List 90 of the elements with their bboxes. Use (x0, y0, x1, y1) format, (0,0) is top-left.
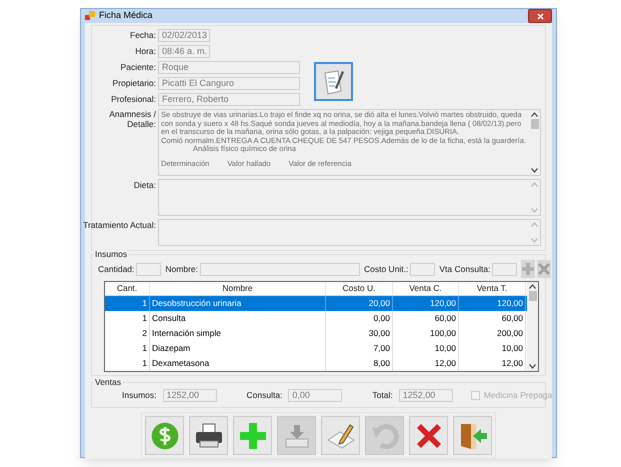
table-row[interactable]: 1 Consulta 0,00 60,00 60,00 (105, 311, 527, 326)
table-cell: 100,00 (393, 326, 459, 341)
field-label: Hora: (134, 45, 156, 58)
document-pen-icon (322, 68, 344, 94)
field-label: Fecha: (129, 29, 156, 42)
table-cell: 120,00 (393, 296, 459, 311)
table-cell: 200,00 (459, 326, 526, 341)
column-header[interactable]: Costo U. (326, 282, 393, 295)
table-cell: 7,00 (326, 341, 393, 356)
field-label: Vta Consulta: (439, 262, 490, 276)
table-cell: 60,00 (459, 311, 526, 326)
input-field[interactable]: 0,00 (288, 389, 342, 402)
undo-arrow-icon (370, 422, 398, 448)
group-title: Insumos (94, 249, 128, 259)
input-field[interactable] (136, 262, 162, 276)
input-field[interactable]: 1252,00 (398, 389, 453, 402)
table-row[interactable]: 1 Desobstrucción urinaria 20,00 120,00 120,00 (105, 296, 527, 311)
field-label: Consulta: (246, 389, 282, 402)
field-label: Nombre: (165, 262, 198, 276)
table-cell: Desobstrucción urinaria (150, 296, 326, 311)
input-field[interactable] (410, 262, 436, 276)
input-field[interactable] (492, 262, 518, 276)
field-label: Profesional: (110, 93, 156, 106)
table-cell: 1 (105, 296, 150, 311)
field-label: Costo Unit.: (364, 262, 408, 276)
close-icon (536, 12, 544, 20)
table-cell: 120,00 (459, 296, 526, 311)
table-cell: 12,00 (393, 356, 459, 371)
table-cell: Diazepam (150, 341, 326, 356)
scroll-down-icon[interactable] (529, 364, 536, 369)
table-cell: 10,00 (393, 341, 459, 356)
table-cell: Internación simple (150, 326, 326, 341)
field-label: Cantidad: (98, 262, 134, 276)
field-label: Propietario: (112, 77, 156, 90)
input-field[interactable]: Picatti El Canguro (158, 77, 300, 90)
app-icon (85, 11, 95, 21)
field-label: Insumos: (122, 389, 156, 402)
toolbar-button[interactable] (409, 416, 448, 455)
input-field[interactable] (200, 262, 360, 276)
plus-icon (521, 262, 536, 276)
download-tray-icon (282, 422, 310, 448)
column-header[interactable]: Nombre (150, 282, 326, 295)
field-label: Anamnesis / Detalle: (108, 109, 156, 131)
table-cell: 8,00 (326, 356, 393, 371)
dollar-coin-icon (150, 420, 180, 450)
input-field[interactable]: 02/02/2013 (158, 29, 210, 42)
table-row[interactable]: 1 Dexametasona 8,00 12,00 12,00 (105, 356, 527, 371)
input-field[interactable]: 1252,00 (162, 389, 216, 402)
group-title: Ventas (94, 377, 122, 387)
field-label: Paciente: (120, 61, 156, 74)
close-button[interactable] (528, 9, 552, 23)
signature-button[interactable] (314, 62, 353, 101)
pencil-paper-icon (326, 422, 356, 450)
column-header[interactable]: Venta C. (393, 282, 459, 295)
plus-icon (238, 420, 268, 450)
x-icon (537, 262, 552, 276)
table-cell: Consulta (150, 311, 326, 326)
scroll-down-icon[interactable] (531, 168, 538, 173)
text-area[interactable] (158, 109, 541, 176)
input-field[interactable]: 08:46 a. m. (158, 45, 210, 58)
table-cell: Dexametasona (150, 356, 326, 371)
field-label: Total: (372, 389, 393, 402)
table-cell: 1 (105, 341, 150, 356)
table-cell: 60,00 (393, 311, 459, 326)
field-label: Tratamiento Actual: (82, 219, 156, 232)
scrollbar[interactable] (527, 282, 538, 371)
toolbar-button[interactable] (189, 416, 228, 455)
field-label: Dieta: (132, 179, 156, 192)
table-row[interactable]: 2 Internación simple 30,00 100,00 200,00 (105, 326, 527, 341)
scrollbar-thumb[interactable] (530, 119, 538, 129)
input-field[interactable]: Roque (158, 61, 300, 74)
scrollbar[interactable] (529, 110, 540, 175)
column-header[interactable]: Cant. (105, 282, 150, 295)
scroll-up-icon[interactable] (529, 284, 536, 289)
table-cell: 20,00 (326, 296, 393, 311)
table-row[interactable]: 1 Diazepam 7,00 10,00 10,00 (105, 341, 527, 356)
table-cell: 12,00 (459, 356, 526, 371)
column-header[interactable]: Venta T. (459, 282, 526, 295)
printer-icon (194, 422, 224, 450)
table-cell: 10,00 (459, 341, 526, 356)
scroll-up-icon[interactable] (531, 112, 538, 117)
scrollbar-thumb[interactable] (528, 291, 536, 301)
table-cell: 1 (105, 311, 150, 326)
input-field[interactable]: Ferrero, Roberto (158, 93, 300, 106)
table-cell: 2 (105, 326, 150, 341)
toolbar-button[interactable] (321, 416, 360, 455)
window-title: Ficha Médica (99, 9, 153, 22)
table-cell: 1 (105, 356, 150, 371)
table-cell: 30,00 (326, 326, 393, 341)
table-cell: 0,00 (326, 311, 393, 326)
